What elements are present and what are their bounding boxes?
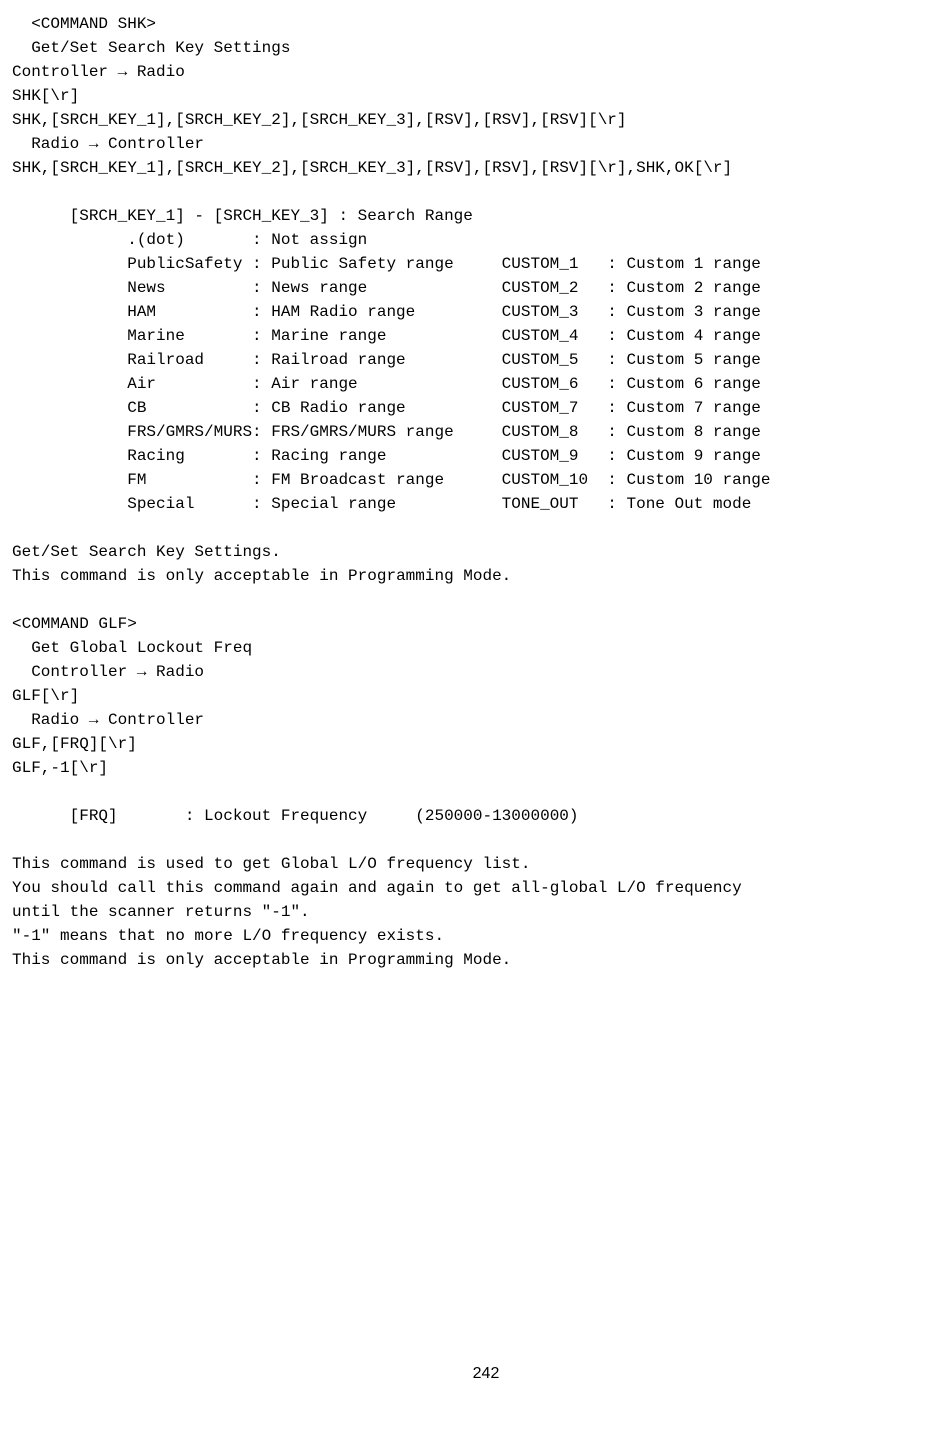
range-left-desc: : News range: [252, 276, 502, 300]
shk-footer-line-1: Get/Set Search Key Settings.: [12, 540, 936, 564]
range-left-desc: : Not assign: [252, 228, 502, 252]
range-right-key: CUSTOM_5: [502, 348, 608, 372]
range-left-desc: : HAM Radio range: [252, 300, 502, 324]
range-right-key: CUSTOM_10: [502, 468, 608, 492]
range-right-desc: : Custom 5 range: [607, 348, 789, 372]
range-right-desc: : Custom 7 range: [607, 396, 789, 420]
range-right-key: TONE_OUT: [502, 492, 608, 516]
range-right-desc: : Custom 8 range: [607, 420, 789, 444]
shk-range-row: .(dot): Not assign: [127, 228, 936, 252]
range-right-desc: : Custom 4 range: [607, 324, 789, 348]
spacer: [12, 180, 936, 204]
shk-syntax-line-1: SHK[\r]: [12, 84, 936, 108]
shk-syntax-line-3: SHK,[SRCH_KEY_1],[SRCH_KEY_2],[SRCH_KEY_…: [12, 156, 936, 180]
shk-footer-line-2: This command is only acceptable in Progr…: [12, 564, 936, 588]
shk-range-row: PublicSafety: Public Safety rangeCUSTOM_…: [127, 252, 936, 276]
shk-range-row: Railroad: Railroad rangeCUSTOM_5: Custom…: [127, 348, 936, 372]
range-right-desc: : Custom 9 range: [607, 444, 789, 468]
glf-dir-controller-to-radio: Controller → Radio: [12, 660, 936, 684]
range-left-key: CB: [127, 396, 252, 420]
glf-syntax-line-2: GLF,[FRQ][\r]: [12, 732, 936, 756]
range-left-desc: : Railroad range: [252, 348, 502, 372]
range-right-key: CUSTOM_2: [502, 276, 608, 300]
range-right-key: CUSTOM_8: [502, 420, 608, 444]
glf-footer-line-1: This command is used to get Global L/O f…: [12, 852, 936, 876]
spacer: [12, 780, 936, 804]
shk-range-row: HAM: HAM Radio rangeCUSTOM_3: Custom 3 r…: [127, 300, 936, 324]
shk-range-definitions: .(dot): Not assignPublicSafety: Public S…: [12, 228, 936, 516]
shk-range-row: FM: FM Broadcast rangeCUSTOM_10: Custom …: [127, 468, 936, 492]
range-left-key: FM: [127, 468, 252, 492]
glf-footer-line-3: until the scanner returns "-1".: [12, 900, 936, 924]
range-right-desc: [607, 228, 789, 252]
page-number: 242: [12, 1362, 948, 1386]
glf-footer-line-5: This command is only acceptable in Progr…: [12, 948, 936, 972]
range-left-desc: : Public Safety range: [252, 252, 502, 276]
range-left-key: Air: [127, 372, 252, 396]
range-left-desc: : FM Broadcast range: [252, 468, 502, 492]
glf-syntax-line-1: GLF[\r]: [12, 684, 936, 708]
spacer: [12, 516, 936, 540]
range-right-key: CUSTOM_7: [502, 396, 608, 420]
shk-dir-radio-to-controller: Radio → Controller: [12, 132, 936, 156]
glf-command-header: <COMMAND GLF>: [12, 612, 936, 636]
range-right-desc: : Custom 1 range: [607, 252, 789, 276]
range-left-key: News: [127, 276, 252, 300]
spacer: [12, 588, 936, 612]
range-left-key: Racing: [127, 444, 252, 468]
glf-title: Get Global Lockout Freq: [12, 636, 936, 660]
range-left-desc: : Racing range: [252, 444, 502, 468]
range-right-desc: : Custom 3 range: [607, 300, 789, 324]
range-left-desc: : Air range: [252, 372, 502, 396]
range-left-desc: : FRS/GMRS/MURS range: [252, 420, 502, 444]
range-right-key: CUSTOM_1: [502, 252, 608, 276]
shk-range-row: News: News rangeCUSTOM_2: Custom 2 range: [127, 276, 936, 300]
range-right-desc: : Custom 2 range: [607, 276, 789, 300]
glf-param-frq: [FRQ] : Lockout Frequency (250000-130000…: [12, 804, 936, 828]
shk-range-row: Air: Air rangeCUSTOM_6: Custom 6 range: [127, 372, 936, 396]
shk-command-header: <COMMAND SHK>: [12, 12, 936, 36]
shk-syntax-line-2: SHK,[SRCH_KEY_1],[SRCH_KEY_2],[SRCH_KEY_…: [12, 108, 936, 132]
shk-range-row: CB: CB Radio rangeCUSTOM_7: Custom 7 ran…: [127, 396, 936, 420]
range-left-key: .(dot): [127, 228, 252, 252]
spacer: [12, 828, 936, 852]
range-left-desc: : Special range: [252, 492, 502, 516]
range-right-desc: : Custom 6 range: [607, 372, 789, 396]
shk-range-row: Marine: Marine rangeCUSTOM_4: Custom 4 r…: [127, 324, 936, 348]
shk-dir-controller-to-radio: Controller → Radio: [12, 60, 936, 84]
shk-range-row: Racing: Racing rangeCUSTOM_9: Custom 9 r…: [127, 444, 936, 468]
range-right-key: CUSTOM_9: [502, 444, 608, 468]
range-left-key: Marine: [127, 324, 252, 348]
shk-range-header: [SRCH_KEY_1] - [SRCH_KEY_3] : Search Ran…: [12, 204, 936, 228]
glf-dir-radio-to-controller: Radio → Controller: [12, 708, 936, 732]
range-left-key: Special: [127, 492, 252, 516]
range-right-desc: : Tone Out mode: [607, 492, 789, 516]
glf-syntax-line-3: GLF,-1[\r]: [12, 756, 936, 780]
glf-footer-line-4: "-1" means that no more L/O frequency ex…: [12, 924, 936, 948]
range-right-key: CUSTOM_3: [502, 300, 608, 324]
range-right-desc: : Custom 10 range: [607, 468, 789, 492]
range-left-desc: : Marine range: [252, 324, 502, 348]
range-left-key: Railroad: [127, 348, 252, 372]
shk-title: Get/Set Search Key Settings: [12, 36, 936, 60]
range-right-key: CUSTOM_4: [502, 324, 608, 348]
range-left-key: PublicSafety: [127, 252, 252, 276]
range-left-key: FRS/GMRS/MURS: [127, 420, 252, 444]
range-left-key: HAM: [127, 300, 252, 324]
range-right-key: CUSTOM_6: [502, 372, 608, 396]
document-page: <COMMAND SHK> Get/Set Search Key Setting…: [12, 12, 936, 1406]
shk-range-row: Special: Special rangeTONE_OUT: Tone Out…: [127, 492, 936, 516]
range-right-key: [502, 228, 608, 252]
shk-range-row: FRS/GMRS/MURS: FRS/GMRS/MURS rangeCUSTOM…: [127, 420, 936, 444]
range-left-desc: : CB Radio range: [252, 396, 502, 420]
glf-footer-line-2: You should call this command again and a…: [12, 876, 936, 900]
